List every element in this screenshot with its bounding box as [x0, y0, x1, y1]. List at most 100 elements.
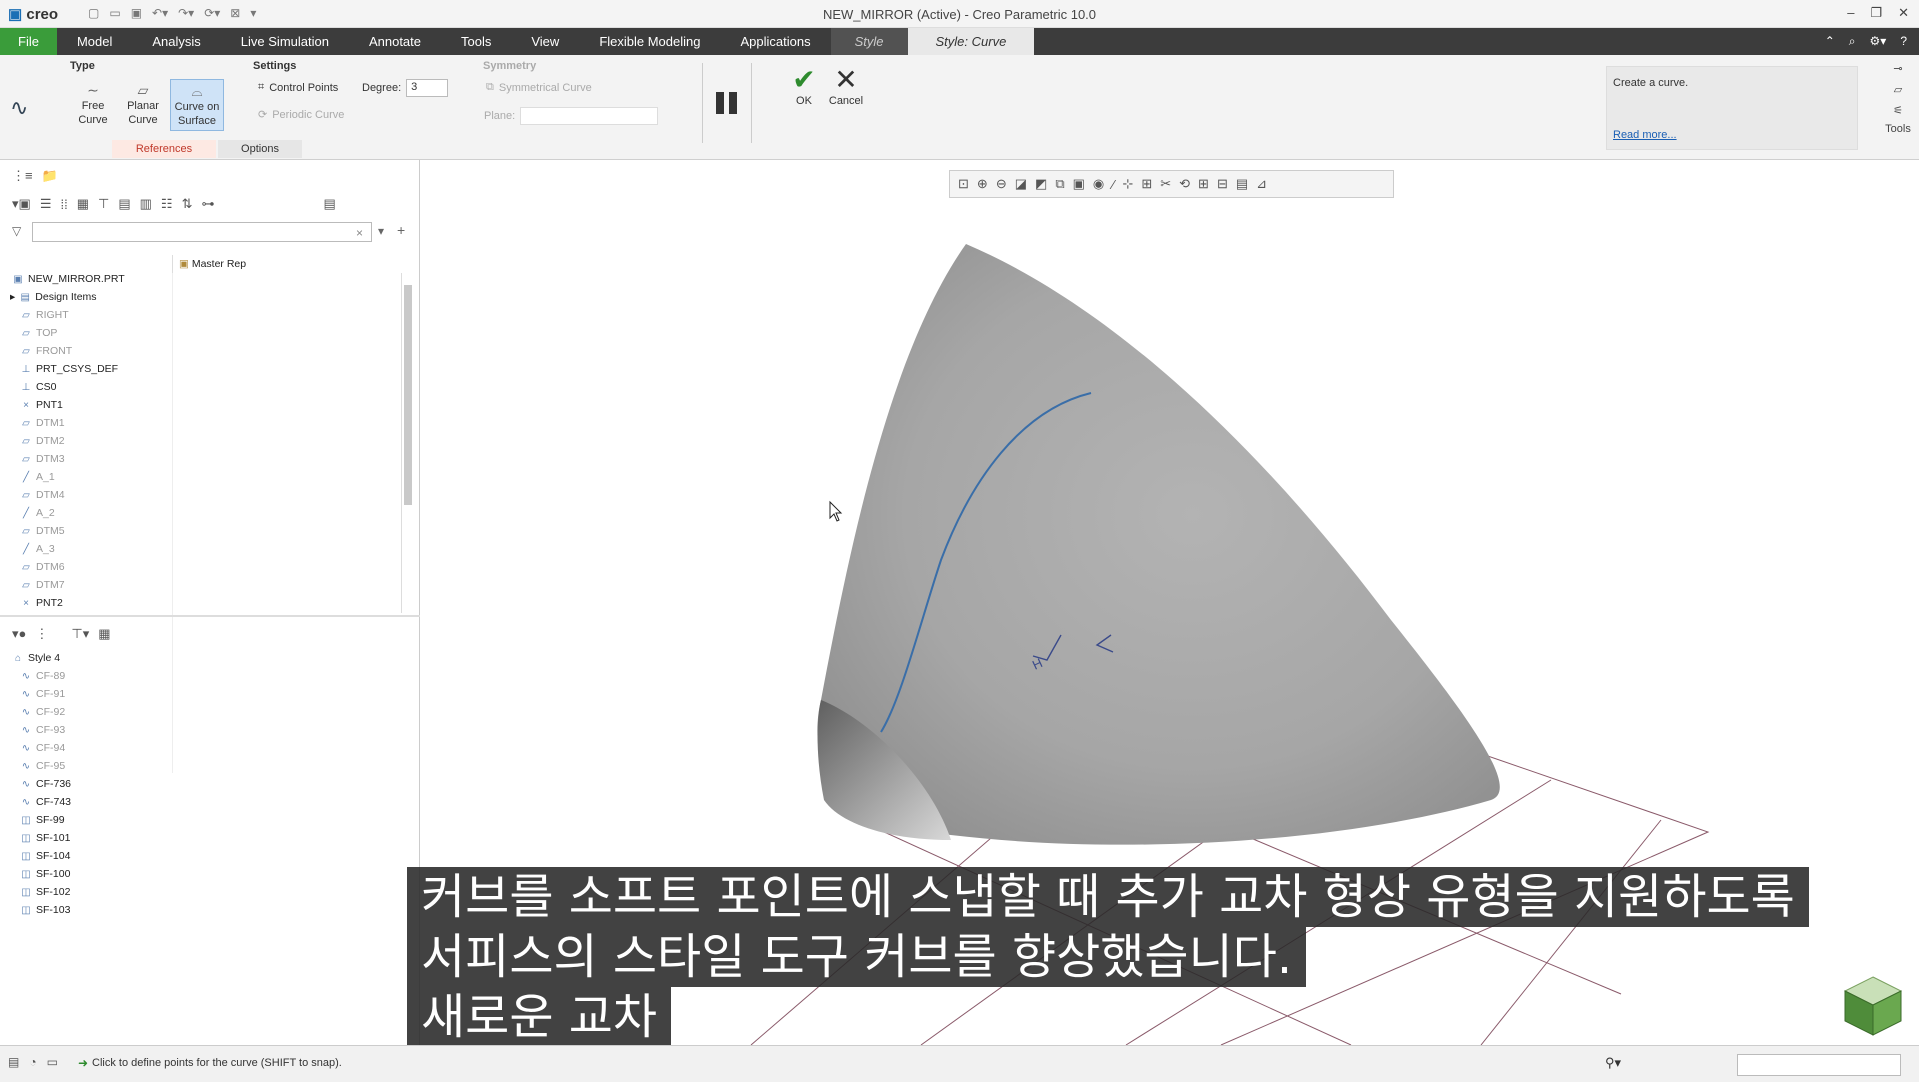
symmetrical-curve-toggle[interactable]: ⧉ Symmetrical Curve [486, 81, 592, 94]
tree-menu-icon[interactable]: ▾▣ [12, 196, 31, 212]
tree-item[interactable]: ▱ DTM6 [20, 561, 64, 573]
tree-item[interactable]: ▱ DTM3 [20, 453, 64, 465]
saved-orientations-icon[interactable]: ◩ [1035, 176, 1047, 192]
folder-browser-tab-icon[interactable]: 📁 [42, 168, 58, 184]
status-fullscreen-icon[interactable]: ▭ [47, 1055, 58, 1069]
tree-item[interactable]: ◫ SF-100 [20, 868, 70, 880]
tree-scrollbar[interactable] [401, 273, 413, 613]
tab-references[interactable]: References [112, 140, 216, 158]
datum-display-icon[interactable]: ⊹ [1122, 176, 1133, 192]
clear-search-icon[interactable]: × [356, 226, 363, 240]
refit-icon[interactable]: ⊡ [958, 176, 969, 192]
style-tree-columns-icon[interactable]: ▦ [98, 626, 110, 642]
status-tree-icon[interactable]: ▤ [8, 1055, 19, 1069]
tree-item[interactable]: ◫ SF-101 [20, 832, 70, 844]
scrollbar-thumb[interactable] [404, 285, 412, 505]
tree-search-input[interactable] [32, 222, 372, 242]
tree-item[interactable]: ⌂ Style 4 [12, 652, 60, 664]
status-browser-icon[interactable]: ◔ [29, 1055, 36, 1069]
style-tree-filter-icon[interactable]: ⊤▾ [71, 626, 89, 642]
free-curve-button[interactable]: ∼ Free Curve [72, 79, 114, 129]
help-icon[interactable]: ? [1900, 34, 1907, 49]
menu-file[interactable]: File [0, 28, 57, 55]
curve-on-surface-button[interactable]: ⌓ Curve on Surface [170, 79, 224, 131]
selection-filter-dropdown[interactable] [1737, 1054, 1901, 1076]
add-filter-icon[interactable]: + [397, 222, 405, 238]
tool-icon-3[interactable]: ⚟ [1878, 104, 1918, 117]
tree-item[interactable]: ⊥ PRT_CSYS_DEF [20, 363, 118, 375]
menu-flexible-modeling[interactable]: Flexible Modeling [579, 28, 720, 55]
menu-tools[interactable]: Tools [441, 28, 511, 55]
tree-item[interactable]: ◫ SF-104 [20, 850, 70, 862]
show-icon[interactable]: ▥ [140, 196, 152, 212]
tree-item[interactable]: ∿ CF-93 [20, 724, 65, 736]
layout-icon[interactable]: ▤ [1236, 176, 1248, 192]
layers-icon[interactable]: ☷ [161, 196, 173, 212]
find-icon[interactable]: ⚲▾ [1605, 1055, 1621, 1071]
tree-item[interactable]: ∿ CF-736 [20, 778, 71, 790]
tree-item[interactable]: ▣ NEW_MIRROR.PRT [12, 273, 124, 285]
tree-item[interactable]: ▱ TOP [20, 327, 57, 339]
view-manager-icon[interactable]: ⧉ [1055, 176, 1064, 192]
tree-item[interactable]: ╱ A_1 [20, 471, 55, 483]
tree-item[interactable]: ∿ CF-743 [20, 796, 71, 808]
annotation-display-icon[interactable]: ⊞ [1141, 176, 1152, 192]
columns-icon[interactable]: ⁞⁞ [60, 197, 67, 212]
analysis-icon[interactable]: ⊟ [1217, 176, 1228, 192]
tree-columns-icon[interactable]: ▤ [118, 196, 130, 212]
tree-item[interactable]: ∿ CF-91 [20, 688, 65, 700]
read-more-link[interactable]: Read more... [1613, 129, 1677, 141]
view-cube-icon[interactable] [1843, 975, 1903, 1037]
cancel-button[interactable]: ✕ Cancel [826, 65, 866, 108]
tree-item[interactable]: ∿ CF-94 [20, 742, 65, 754]
zoom-in-icon[interactable]: ⊕ [977, 176, 988, 192]
menu-live-simulation[interactable]: Live Simulation [221, 28, 349, 55]
menu-analysis[interactable]: Analysis [132, 28, 220, 55]
hierarchy-icon[interactable]: ⊶ [201, 196, 214, 212]
expand-icon[interactable]: ▸ [10, 291, 15, 303]
repaint-icon[interactable]: ◪ [1015, 176, 1027, 192]
degree-input[interactable]: 3 [406, 79, 449, 97]
spin-center-icon[interactable]: ✂ [1160, 176, 1171, 192]
section-icon[interactable]: ⁄ [1112, 177, 1114, 192]
maximize-button[interactable]: ❐ [1870, 5, 1882, 21]
tree-item[interactable]: × PNT2 [20, 597, 63, 609]
tree-item[interactable]: × PNT1 [20, 399, 63, 411]
list-view-icon[interactable]: ☰ [40, 196, 52, 212]
plane-input[interactable] [520, 107, 659, 125]
menu-view[interactable]: View [511, 28, 579, 55]
tree-item[interactable]: ◫ SF-99 [20, 814, 64, 826]
settings-icon[interactable]: ⚙▾ [1870, 34, 1887, 49]
menu-model[interactable]: Model [57, 28, 132, 55]
tree-item[interactable]: ▱ DTM1 [20, 417, 64, 429]
model-tree-tab-icon[interactable]: ⋮≡ [12, 168, 33, 184]
tree-item[interactable]: ∿ CF-92 [20, 706, 65, 718]
tree-item[interactable]: ╱ A_2 [20, 507, 55, 519]
tree-item[interactable]: ▱ DTM4 [20, 489, 64, 501]
tool-icon-1[interactable]: ⊸ [1878, 62, 1918, 75]
tree-item[interactable]: ▱ RIGHT [20, 309, 69, 321]
tree-filter-icon[interactable]: ⊤ [98, 196, 109, 212]
close-button[interactable]: ✕ [1898, 5, 1909, 21]
grid-icon[interactable]: ⊞ [1198, 176, 1209, 192]
tree-item[interactable]: ▱ DTM5 [20, 525, 64, 537]
tool-icon-2[interactable]: ▱ [1878, 83, 1918, 96]
tab-options[interactable]: Options [218, 140, 302, 158]
collapse-ribbon-icon[interactable]: ⌃ [1825, 34, 1835, 49]
perspective-icon[interactable]: ▣ [1073, 176, 1085, 192]
tree-item[interactable]: ⊥ CS0 [20, 381, 57, 393]
menu-style[interactable]: Style [830, 28, 908, 55]
search-dropdown-icon[interactable]: ▾ [378, 224, 384, 238]
style-tree-menu-icon[interactable]: ▾● [12, 626, 26, 642]
style-tree-more-icon[interactable]: ⋮ [35, 626, 48, 642]
zoom-out-icon[interactable]: ⊖ [996, 176, 1007, 192]
ok-button[interactable]: ✔ OK [788, 65, 820, 108]
tree-item[interactable]: ▸ ▤ Design Items [10, 291, 97, 303]
table-view-icon[interactable]: ▦ [77, 196, 89, 212]
tree-item[interactable]: ▱ DTM7 [20, 579, 64, 591]
appearance-icon[interactable]: ⟲ [1179, 176, 1190, 192]
minimize-button[interactable]: – [1847, 5, 1854, 21]
planar-curve-button[interactable]: ⏥ Planar Curve [120, 79, 166, 129]
tree-item[interactable]: ▱ FRONT [20, 345, 72, 357]
preview-icon[interactable]: ▤ [323, 196, 335, 212]
